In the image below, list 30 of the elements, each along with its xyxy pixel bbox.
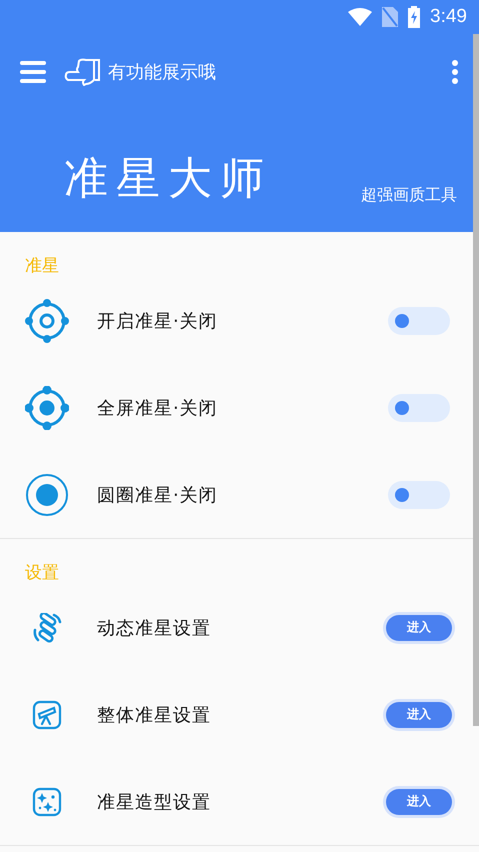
section-title: 设置	[24, 562, 59, 584]
pointing-hand-icon	[64, 58, 102, 86]
option-label: 全屏准星·关闭	[97, 396, 219, 420]
option-label: 准星造型设置	[97, 790, 212, 814]
battery-charging-icon	[408, 6, 420, 28]
option-label: 圆圈准星·关闭	[97, 484, 219, 506]
enter-button[interactable]: 进入	[386, 788, 452, 814]
satellite-icon	[32, 612, 62, 642]
option-label: 开启准星·关闭	[97, 310, 219, 332]
target-ring-icon	[25, 298, 69, 342]
radio-dot-icon	[25, 472, 69, 516]
toggle-switch[interactable]	[388, 394, 450, 422]
option-label: 动态准星设置	[97, 616, 212, 640]
telescope-icon	[32, 700, 62, 730]
enter-button[interactable]: 进入	[386, 702, 452, 728]
option-label: 整体准星设置	[97, 704, 212, 726]
app-title: 准星大师	[64, 152, 272, 206]
menu-icon[interactable]	[20, 61, 46, 83]
enter-button[interactable]: 进入	[386, 614, 452, 640]
sparkle-icon	[32, 786, 62, 816]
more-icon[interactable]	[451, 60, 459, 84]
app-subtitle: 超强画质工具	[361, 185, 457, 206]
no-sim-icon	[382, 7, 398, 27]
target-dot-icon	[25, 386, 69, 430]
toggle-switch[interactable]	[388, 306, 450, 334]
toolbar-title: 有功能展示哦	[108, 61, 217, 84]
status-time: 3:49	[430, 6, 467, 28]
section-title: 准星	[24, 255, 59, 277]
toggle-switch[interactable]	[388, 480, 450, 508]
wifi-icon	[348, 8, 372, 26]
